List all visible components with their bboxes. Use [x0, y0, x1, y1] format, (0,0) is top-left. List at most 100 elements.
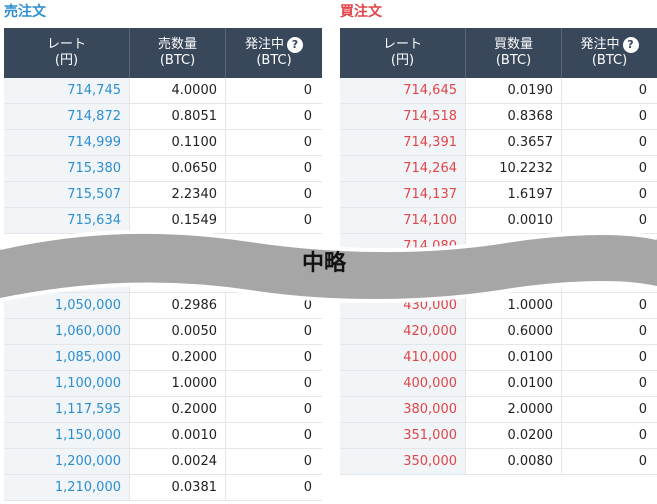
- rate-cell: 714,391: [340, 130, 466, 155]
- rate-cell: 714,137: [340, 182, 466, 207]
- sell-rate-header: レート (円): [4, 28, 130, 78]
- omission-label: 中略: [302, 251, 347, 276]
- rate-cell: 714,100: [340, 208, 466, 233]
- rate-cell: 715,634: [4, 208, 130, 233]
- pending-cell: 0: [638, 83, 647, 98]
- table-row[interactable]: 351,000 0.0200 0: [340, 423, 657, 449]
- table-row[interactable]: 714,999 0.1100 0: [4, 130, 322, 156]
- rate-cell: 714,645: [340, 78, 466, 103]
- amount-cell: 1.0000: [466, 293, 562, 318]
- table-row[interactable]: 1,117,595 0.2000 0: [4, 397, 322, 423]
- rate-cell: 714,745: [4, 78, 130, 103]
- rate-cell: 430,000: [340, 293, 466, 318]
- pending-cell: 0: [303, 402, 312, 417]
- table-row[interactable]: 714,100 0.0010 0: [340, 208, 657, 234]
- rate-cell: 351,000: [340, 423, 466, 448]
- rate-cell: 1,117,595: [4, 397, 130, 422]
- pending-cell: 0: [638, 376, 647, 391]
- pending-cell: 0: [638, 272, 647, 287]
- amount-cell: 0.0381: [130, 475, 226, 500]
- table-row[interactable]: 410,000 0.0100 0: [340, 345, 657, 371]
- amount-cell: 0.0418: [466, 234, 562, 259]
- table-row[interactable]: 350,000 0.0080 0: [340, 449, 657, 475]
- rate-cell: 350,000: [340, 449, 466, 474]
- table-row[interactable]: 714,391 0.3657 0: [340, 130, 657, 156]
- pending-cell: 0: [303, 187, 312, 202]
- buy-amount-header: 買数量 (BTC): [466, 28, 562, 78]
- amount-cell: 0.8368: [466, 104, 562, 129]
- table-row[interactable]: 448,050 0.3900 0: [340, 267, 657, 293]
- table-row[interactable]: 715,507 2.2340 0: [4, 182, 322, 208]
- amount-cell: 0.0190: [466, 78, 562, 103]
- amount-cell: 0.3900: [466, 267, 562, 292]
- amount-cell: 0.2986: [130, 293, 226, 318]
- rate-cell: 1,210,000: [4, 475, 130, 500]
- amount-cell: 1.6197: [466, 182, 562, 207]
- rate-cell: 420,000: [340, 319, 466, 344]
- table-row[interactable]: 400,000 0.0100 0: [340, 371, 657, 397]
- table-row[interactable]: 1,200,000 0.0024 0: [4, 449, 322, 475]
- table-row[interactable]: 714,645 0.0190 0: [340, 78, 657, 104]
- help-icon[interactable]: ?: [287, 37, 303, 53]
- amount-cell: 0.0100: [466, 345, 562, 370]
- pending-cell: 0: [638, 428, 647, 443]
- pending-cell: 0: [303, 324, 312, 339]
- buy-table-header: レート (円) 買数量 (BTC) 発注中 ? (BTC): [340, 28, 657, 78]
- buy-pending-header: 発注中 ? (BTC): [562, 28, 657, 78]
- rate-cell: 400,000: [340, 371, 466, 396]
- buy-rows-top: 714,645 0.0190 0 714,518 0.8368 0 714,391 0.365…: [340, 78, 657, 260]
- amount-cell: 0.6000: [466, 319, 562, 344]
- amount-cell: 0.2000: [130, 397, 226, 422]
- sell-amount-header: 売数量 (BTC): [130, 28, 226, 78]
- table-row[interactable]: 714,745 4.0000 0: [4, 78, 322, 104]
- buy-orders-title: 買注文: [340, 4, 382, 20]
- pending-cell: 0: [638, 324, 647, 339]
- amount-cell: 0.8051: [130, 104, 226, 129]
- pending-cell: 0: [303, 161, 312, 176]
- pending-cell: 0: [638, 298, 647, 313]
- pending-cell: 0: [303, 428, 312, 443]
- table-row[interactable]: 714,080 0.0418 0: [340, 234, 657, 260]
- table-row[interactable]: 1,100,000 1.0000 0: [4, 371, 322, 397]
- buy-rate-header: レート (円): [340, 28, 466, 78]
- pending-cell: 0: [303, 454, 312, 469]
- rate-cell: 1,200,000: [4, 449, 130, 474]
- sell-orders-title: 売注文: [4, 4, 46, 20]
- table-row[interactable]: 714,872 0.8051 0: [4, 104, 322, 130]
- rate-cell: 714,080: [340, 234, 466, 259]
- table-row[interactable]: 1,040,000 0.0050 0: [4, 267, 322, 293]
- pending-cell: 0: [303, 109, 312, 124]
- amount-cell: 0.0050: [130, 319, 226, 344]
- table-row[interactable]: 1,085,000 0.2000 0: [4, 345, 322, 371]
- amount-cell: 0.0200: [466, 423, 562, 448]
- table-row[interactable]: 420,000 0.6000 0: [340, 319, 657, 345]
- rate-cell: 714,872: [4, 104, 130, 129]
- amount-cell: 10.2232: [466, 156, 562, 181]
- pending-cell: 0: [303, 213, 312, 228]
- table-row[interactable]: 380,000 2.0000 0: [340, 397, 657, 423]
- amount-cell: 2.0000: [466, 397, 562, 422]
- pending-cell: 0: [303, 376, 312, 391]
- table-row[interactable]: 714,137 1.6197 0: [340, 182, 657, 208]
- table-row[interactable]: 1,060,000 0.0050 0: [4, 319, 322, 345]
- pending-cell: 0: [638, 454, 647, 469]
- pending-cell: 0: [638, 109, 647, 124]
- table-row[interactable]: 1,150,000 0.0010 0: [4, 423, 322, 449]
- rate-cell: 714,518: [340, 104, 466, 129]
- table-row[interactable]: 715,380 0.0650 0: [4, 156, 322, 182]
- table-row[interactable]: 430,000 1.0000 0: [340, 293, 657, 319]
- rate-cell: 1,060,000: [4, 319, 130, 344]
- amount-cell: 0.0024: [130, 449, 226, 474]
- table-row[interactable]: 714,264 10.2232 0: [340, 156, 657, 182]
- table-row[interactable]: 715,634 0.1549 0: [4, 208, 322, 234]
- pending-cell: 0: [303, 480, 312, 495]
- rate-cell: 1,040,000: [4, 267, 130, 292]
- amount-cell: 1.0000: [130, 371, 226, 396]
- help-icon[interactable]: ?: [622, 37, 639, 53]
- rate-cell: 715,380: [4, 156, 130, 181]
- table-row[interactable]: 1,050,000 0.2986 0: [4, 293, 322, 319]
- rate-cell: 410,000: [340, 345, 466, 370]
- table-row[interactable]: 714,518 0.8368 0: [340, 104, 657, 130]
- rate-cell: 1,050,000: [4, 293, 130, 318]
- table-row[interactable]: 1,210,000 0.0381 0: [4, 475, 322, 501]
